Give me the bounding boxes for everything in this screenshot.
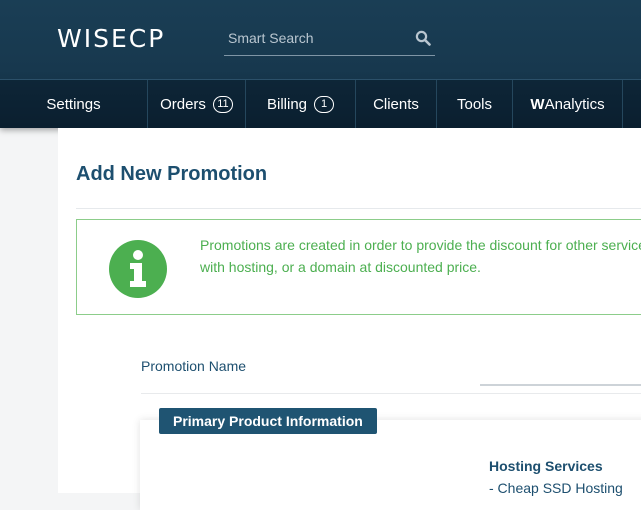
info-alert: Promotions are created in order to provi… bbox=[76, 219, 641, 315]
field-divider bbox=[141, 393, 641, 394]
top-header: WISECP Settings Orders 11 Billing 1 Clie… bbox=[0, 0, 641, 128]
nav-settings-label: Settings bbox=[46, 95, 101, 113]
wanalytics-w: W bbox=[530, 95, 545, 113]
wisecp-logo[interactable]: WISECP bbox=[57, 24, 165, 53]
nav-orders[interactable]: Orders 11 bbox=[148, 80, 246, 128]
info-message: Promotions are created in order to provi… bbox=[200, 234, 641, 278]
nav-clients[interactable]: Clients bbox=[356, 80, 437, 128]
main-nav: Settings Orders 11 Billing 1 Clients Too… bbox=[0, 79, 641, 128]
info-line-1: Promotions are created in order to provi… bbox=[200, 237, 641, 253]
title-divider bbox=[76, 208, 641, 209]
billing-count-badge: 1 bbox=[314, 95, 335, 113]
orders-count-badge: 11 bbox=[212, 95, 233, 113]
page-title: Add New Promotion bbox=[76, 163, 268, 185]
search-input[interactable] bbox=[228, 26, 408, 50]
category-item[interactable]: - Cheap SSD Hosting bbox=[489, 480, 623, 496]
nav-wanalytics[interactable]: W Analytics bbox=[513, 80, 623, 128]
nav-orders-label: Orders bbox=[160, 95, 206, 113]
primary-product-info-button[interactable]: Primary Product Information bbox=[159, 408, 377, 434]
promotion-name-input[interactable] bbox=[480, 358, 641, 386]
nav-billing-label: Billing bbox=[266, 95, 308, 113]
wanalytics-label: Analytics bbox=[544, 95, 605, 113]
nav-settings[interactable]: Settings bbox=[0, 80, 148, 128]
promotion-name-label: Promotion Name bbox=[141, 358, 247, 374]
nav-tools[interactable]: Tools bbox=[437, 80, 513, 128]
nav-clients-label: Clients bbox=[373, 95, 419, 113]
info-icon bbox=[109, 240, 167, 298]
nav-tools-label: Tools bbox=[456, 95, 493, 113]
smart-search bbox=[224, 23, 435, 56]
search-icon[interactable] bbox=[415, 30, 431, 46]
nav-billing[interactable]: Billing 1 bbox=[246, 80, 356, 128]
category-title: Hosting Services bbox=[489, 458, 603, 474]
info-line-2: with hosting, or a domain at discounted … bbox=[200, 259, 481, 275]
